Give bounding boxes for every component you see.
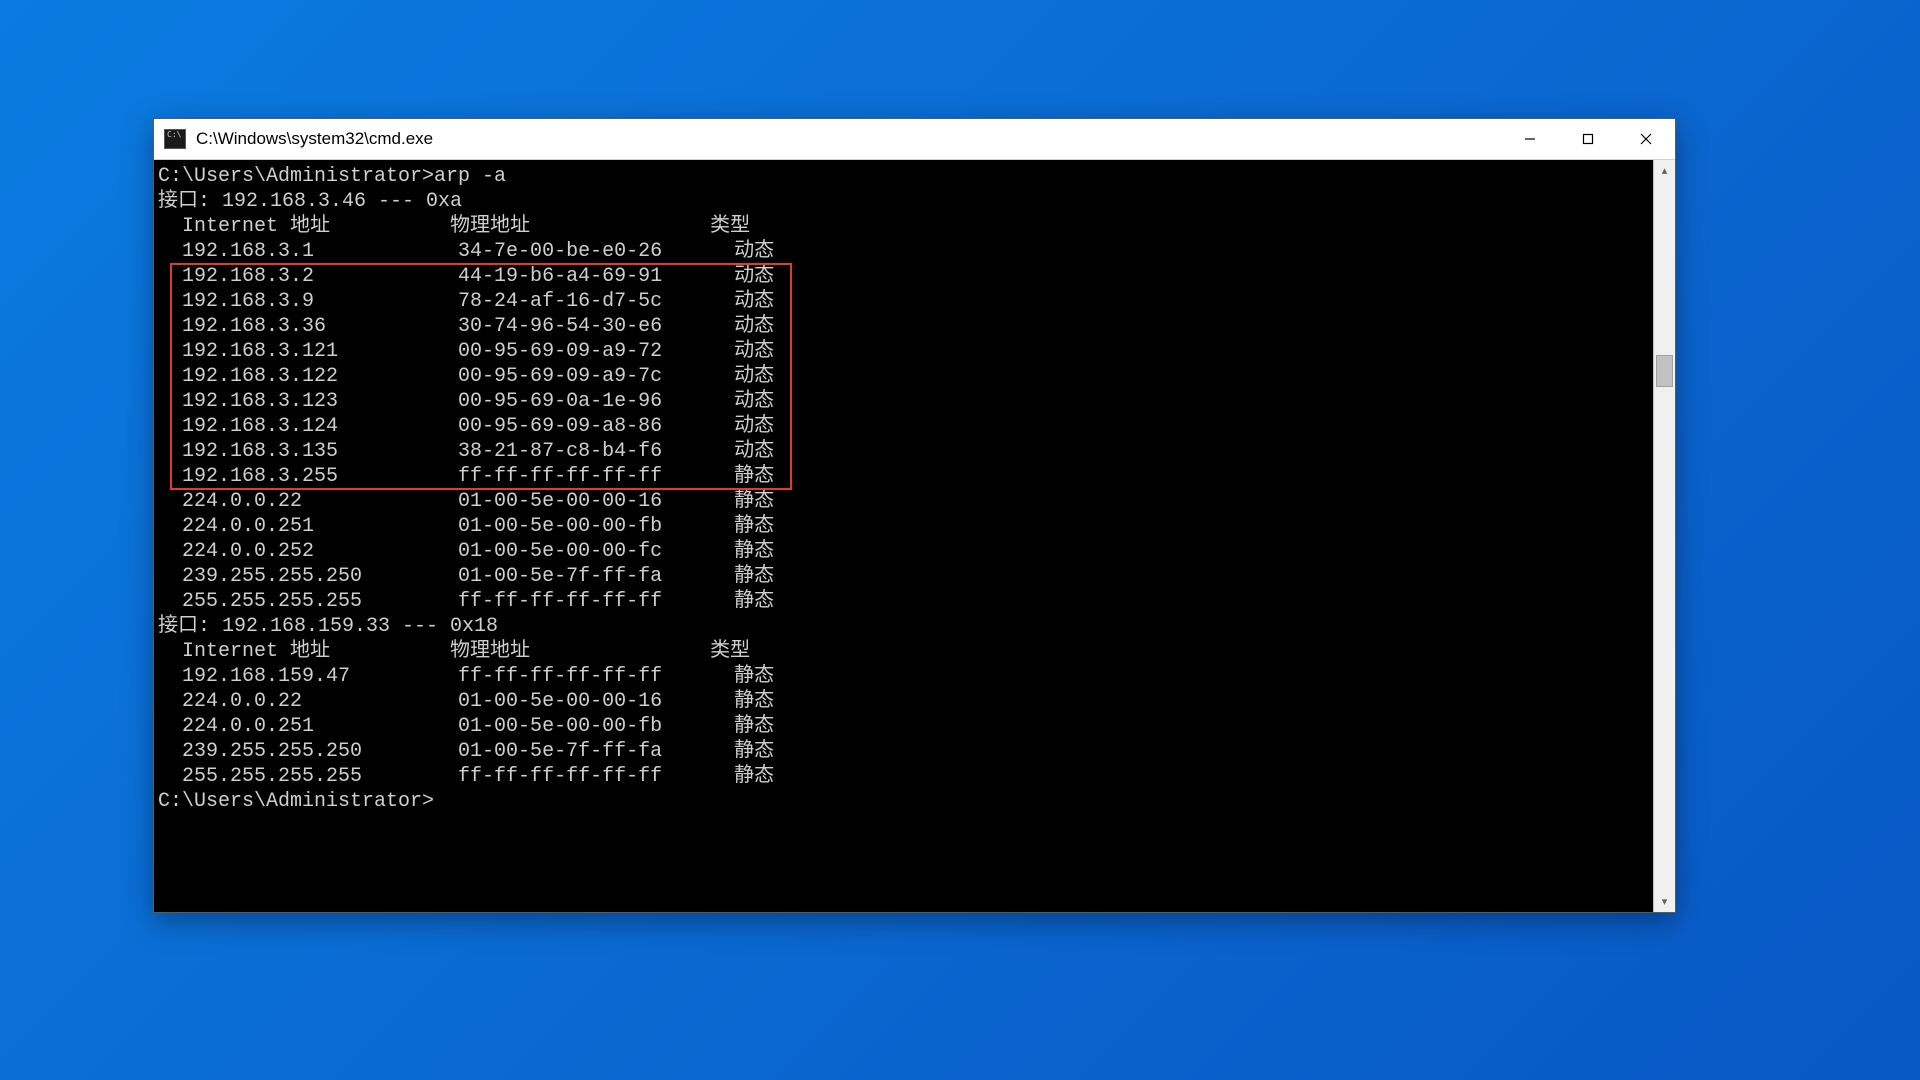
arp-row: 192.168.3.9 78-24-af-16-d7-5c 动态 (158, 289, 1653, 314)
window-title: C:\Windows\system32\cmd.exe (196, 129, 433, 149)
cmd-window: C:\Windows\system32\cmd.exe C:\Users\Adm… (153, 118, 1676, 913)
arp-row: 192.168.3.123 00-95-69-0a-1e-96 动态 (158, 389, 1653, 414)
arp-row: 192.168.159.47 ff-ff-ff-ff-ff-ff 静态 (158, 664, 1653, 689)
minimize-icon (1524, 133, 1536, 145)
window-controls (1501, 119, 1675, 159)
arp-row: 224.0.0.22 01-00-5e-00-00-16 静态 (158, 489, 1653, 514)
arp-row: 255.255.255.255 ff-ff-ff-ff-ff-ff 静态 (158, 589, 1653, 614)
vertical-scrollbar[interactable]: ▴ ▾ (1653, 160, 1675, 912)
close-button[interactable] (1617, 119, 1675, 159)
titlebar-left: C:\Windows\system32\cmd.exe (154, 129, 433, 149)
arp-row: 192.168.3.135 38-21-87-c8-b4-f6 动态 (158, 439, 1653, 464)
titlebar[interactable]: C:\Windows\system32\cmd.exe (154, 119, 1675, 160)
arp-row: 255.255.255.255 ff-ff-ff-ff-ff-ff 静态 (158, 764, 1653, 789)
arp-row: 192.168.3.2 44-19-b6-a4-69-91 动态 (158, 264, 1653, 289)
arp-row: 224.0.0.22 01-00-5e-00-00-16 静态 (158, 689, 1653, 714)
prompt-line: C:\Users\Administrator>arp -a (158, 164, 1653, 189)
arp-columns-header: Internet 地址 物理地址 类型 (158, 214, 1653, 239)
arp-row: 224.0.0.251 01-00-5e-00-00-fb 静态 (158, 514, 1653, 539)
cmd-icon (164, 129, 186, 149)
arp-row: 239.255.255.250 01-00-5e-7f-ff-fa 静态 (158, 739, 1653, 764)
client-area: C:\Users\Administrator>arp -a接口: 192.168… (154, 160, 1675, 912)
arp-row: 192.168.3.1 34-7e-00-be-e0-26 动态 (158, 239, 1653, 264)
arp-row: 224.0.0.251 01-00-5e-00-00-fb 静态 (158, 714, 1653, 739)
interface-header: 接口: 192.168.159.33 --- 0x18 (158, 614, 1653, 639)
arp-row: 224.0.0.252 01-00-5e-00-00-fc 静态 (158, 539, 1653, 564)
arp-row: 192.168.3.124 00-95-69-09-a8-86 动态 (158, 414, 1653, 439)
arp-row: 192.168.3.36 30-74-96-54-30-e6 动态 (158, 314, 1653, 339)
scroll-up-arrow-icon[interactable]: ▴ (1654, 160, 1675, 181)
interface-header: 接口: 192.168.3.46 --- 0xa (158, 189, 1653, 214)
minimize-button[interactable] (1501, 119, 1559, 159)
scroll-down-arrow-icon[interactable]: ▾ (1654, 891, 1675, 912)
arp-row: 239.255.255.250 01-00-5e-7f-ff-fa 静态 (158, 564, 1653, 589)
arp-row: 192.168.3.122 00-95-69-09-a9-7c 动态 (158, 364, 1653, 389)
arp-row: 192.168.3.121 00-95-69-09-a9-72 动态 (158, 339, 1653, 364)
arp-row: 192.168.3.255 ff-ff-ff-ff-ff-ff 静态 (158, 464, 1653, 489)
maximize-button[interactable] (1559, 119, 1617, 159)
close-icon (1640, 133, 1652, 145)
terminal-output[interactable]: C:\Users\Administrator>arp -a接口: 192.168… (154, 160, 1653, 912)
arp-columns-header: Internet 地址 物理地址 类型 (158, 639, 1653, 664)
prompt-line: C:\Users\Administrator> (158, 789, 1653, 814)
maximize-icon (1582, 133, 1594, 145)
scroll-thumb[interactable] (1656, 355, 1673, 387)
